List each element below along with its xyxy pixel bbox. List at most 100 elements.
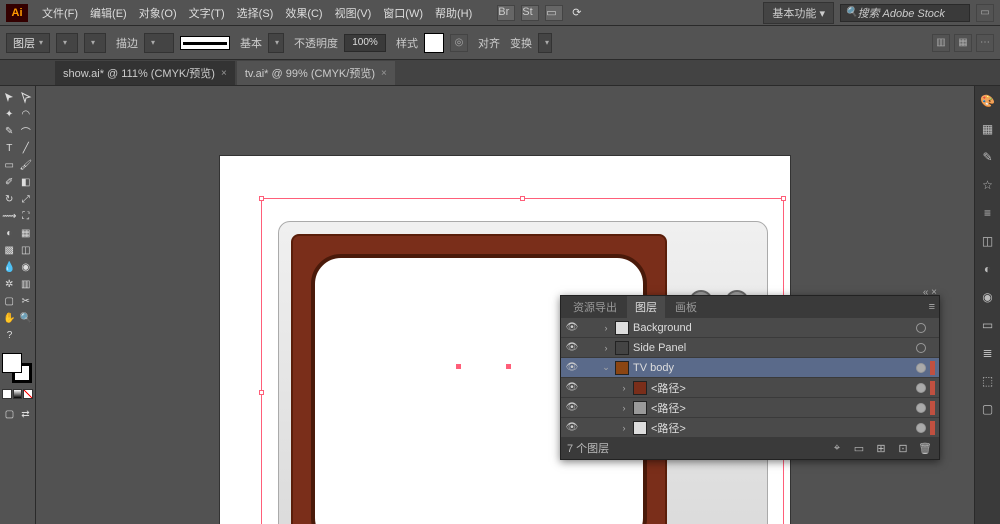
layer-name-label[interactable]: Side Panel bbox=[633, 342, 912, 354]
eyedropper-tool[interactable]: 💧 bbox=[2, 260, 17, 275]
fill-stroke-swatch[interactable] bbox=[2, 353, 32, 383]
visibility-toggle[interactable]: 👁 bbox=[565, 421, 579, 435]
scale-tool[interactable]: ⤢ bbox=[19, 192, 34, 207]
tab-asset-export[interactable]: 资源导出 bbox=[565, 296, 625, 318]
brush-dropdown[interactable] bbox=[268, 33, 284, 53]
rectangle-tool[interactable]: ▭ bbox=[2, 158, 17, 173]
shape-builder-tool[interactable]: ◐ bbox=[2, 226, 17, 241]
expand-arrow-icon[interactable]: › bbox=[619, 423, 629, 433]
transform-flyout[interactable] bbox=[538, 33, 552, 53]
stock-icon[interactable]: St bbox=[521, 5, 539, 21]
opacity-input[interactable]: 100% bbox=[344, 34, 386, 52]
layer-name-label[interactable]: <路径> bbox=[651, 420, 912, 436]
type-tool[interactable]: T bbox=[2, 141, 17, 156]
symbols-panel-icon[interactable]: ☆ bbox=[979, 176, 997, 194]
transparency-panel-icon[interactable]: ◐ bbox=[979, 260, 997, 278]
color-panel-icon[interactable]: 🎨 bbox=[979, 92, 997, 110]
layer-name-label[interactable]: TV body bbox=[633, 362, 912, 374]
layer-row[interactable]: 👁›Side Panel bbox=[561, 338, 939, 358]
tab-artboards[interactable]: 画板 bbox=[667, 296, 705, 318]
layer-name-label[interactable]: <路径> bbox=[651, 380, 912, 396]
curvature-tool[interactable]: ⌒ bbox=[19, 124, 34, 139]
toggle-fill-stroke[interactable]: ? bbox=[2, 328, 17, 343]
symbol-sprayer-tool[interactable]: ✲ bbox=[2, 277, 17, 292]
color-mode-color[interactable] bbox=[2, 389, 12, 399]
layer-row[interactable]: 👁⌄TV body bbox=[561, 358, 939, 378]
cloud-icon[interactable]: ▭ bbox=[976, 4, 994, 22]
layers-panel-icon[interactable]: ≣ bbox=[979, 344, 997, 362]
overflow-icon[interactable]: ⋯ bbox=[976, 34, 994, 52]
make-clipping-mask-icon[interactable]: ▭ bbox=[851, 441, 867, 455]
expand-arrow-icon[interactable]: › bbox=[601, 323, 611, 333]
artboards-panel-icon[interactable]: ▢ bbox=[979, 400, 997, 418]
target-icon[interactable] bbox=[916, 363, 926, 373]
paintbrush-tool[interactable]: 🖌 bbox=[19, 158, 34, 173]
menu-select[interactable]: 选择(S) bbox=[231, 5, 280, 21]
lasso-tool[interactable]: ◠ bbox=[19, 107, 34, 122]
close-icon[interactable]: × bbox=[221, 68, 227, 79]
layer-row[interactable]: 👁 › <路径> bbox=[561, 418, 939, 438]
selection-type-dropdown[interactable]: 图层 bbox=[6, 33, 50, 53]
resize-handle[interactable] bbox=[259, 390, 264, 395]
slice-tool[interactable]: ✂ bbox=[19, 294, 34, 309]
appearance-panel-icon[interactable]: ◉ bbox=[979, 288, 997, 306]
zoom-tool[interactable]: 🔍 bbox=[19, 311, 34, 326]
resize-handle[interactable] bbox=[259, 196, 264, 201]
brushes-panel-icon[interactable]: ✎ bbox=[979, 148, 997, 166]
fill-dropdown[interactable] bbox=[56, 33, 78, 53]
target-icon[interactable] bbox=[916, 423, 926, 433]
tab-tv-ai[interactable]: tv.ai* @ 99% (CMYK/预览) × bbox=[237, 61, 395, 85]
color-mode-gradient[interactable] bbox=[13, 389, 23, 399]
asset-export-panel-icon[interactable]: ⬚ bbox=[979, 372, 997, 390]
selection-indicator[interactable] bbox=[930, 341, 935, 355]
layer-row[interactable]: 👁 › <路径> bbox=[561, 398, 939, 418]
target-icon[interactable] bbox=[916, 323, 926, 333]
visibility-toggle[interactable]: 👁 bbox=[565, 401, 579, 415]
graph-tool[interactable]: ▥ bbox=[19, 277, 34, 292]
screen-mode-toggle[interactable]: ⇄ bbox=[18, 407, 33, 422]
stroke-dropdown[interactable] bbox=[84, 33, 106, 53]
gradient-panel-icon[interactable]: ◫ bbox=[979, 232, 997, 250]
gradient-tool[interactable]: ◫ bbox=[19, 243, 34, 258]
fill-swatch[interactable] bbox=[2, 353, 22, 373]
shaper-tool[interactable]: ✐ bbox=[2, 175, 17, 190]
layer-row[interactable]: 👁›Background bbox=[561, 318, 939, 338]
target-icon[interactable] bbox=[916, 343, 926, 353]
tab-show-ai[interactable]: show.ai* @ 111% (CMYK/预览) × bbox=[55, 61, 235, 85]
screen-mode-normal[interactable]: ▢ bbox=[2, 407, 17, 422]
menu-object[interactable]: 对象(O) bbox=[133, 5, 183, 21]
swatches-panel-icon[interactable]: ▦ bbox=[979, 120, 997, 138]
recolor-icon[interactable]: ◎ bbox=[450, 34, 468, 52]
menu-file[interactable]: 文件(F) bbox=[36, 5, 84, 21]
menu-edit[interactable]: 编辑(E) bbox=[84, 5, 133, 21]
bridge-icon[interactable]: Br bbox=[497, 5, 515, 21]
artboard-tool[interactable]: ▢ bbox=[2, 294, 17, 309]
stroke-profile[interactable] bbox=[180, 36, 230, 50]
selection-tool[interactable] bbox=[2, 90, 17, 105]
isolate-icon[interactable]: ▥ bbox=[932, 34, 950, 52]
edit-contents-icon[interactable]: ▦ bbox=[954, 34, 972, 52]
selection-indicator[interactable] bbox=[930, 401, 935, 415]
selection-indicator[interactable] bbox=[930, 361, 935, 375]
color-mode-none[interactable] bbox=[23, 389, 33, 399]
arrange-icon[interactable]: ▭ bbox=[545, 5, 563, 21]
workspace-switcher[interactable]: 基本功能 ▾ bbox=[763, 2, 834, 24]
layer-name-label[interactable]: <路径> bbox=[651, 400, 912, 416]
resize-handle[interactable] bbox=[781, 196, 786, 201]
visibility-toggle[interactable]: 👁 bbox=[565, 321, 579, 335]
resize-handle[interactable] bbox=[520, 196, 525, 201]
stroke-panel-icon[interactable]: ≡ bbox=[979, 204, 997, 222]
blend-tool[interactable]: ◉ bbox=[19, 260, 34, 275]
line-tool[interactable]: ╱ bbox=[19, 141, 34, 156]
gpu-icon[interactable]: ⟳ bbox=[566, 6, 587, 19]
graphic-style-swatch[interactable] bbox=[424, 33, 444, 53]
selection-indicator[interactable] bbox=[930, 421, 935, 435]
expand-arrow-icon[interactable]: ⌄ bbox=[601, 362, 611, 373]
hand-tool[interactable]: ✋ bbox=[2, 311, 17, 326]
selection-indicator[interactable] bbox=[930, 381, 935, 395]
magic-wand-tool[interactable]: ✦ bbox=[2, 107, 17, 122]
expand-arrow-icon[interactable]: › bbox=[619, 403, 629, 413]
delete-layer-icon[interactable]: 🗑 bbox=[917, 441, 933, 455]
menu-view[interactable]: 视图(V) bbox=[329, 5, 378, 21]
free-transform-tool[interactable]: ⛶ bbox=[19, 209, 34, 224]
